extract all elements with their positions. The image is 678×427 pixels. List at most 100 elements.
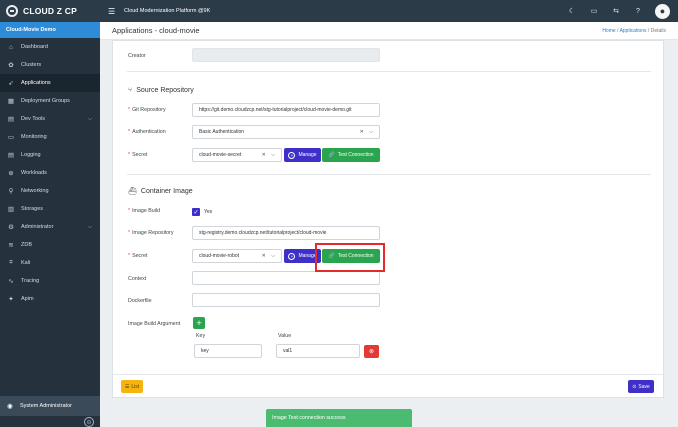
select-chevron-icon: ✕ ⌵ (359, 129, 375, 135)
sidebar-item-logging[interactable]: ▤ Logging (0, 146, 100, 164)
sidebar-item-kali[interactable]: ⌗ Kali (0, 254, 100, 272)
creator-label: Creator (128, 53, 146, 59)
source-manage-button[interactable]: + Manage (284, 148, 321, 162)
argument-key-input[interactable]: key (194, 344, 262, 358)
sidebar-item-label: Storages (21, 206, 44, 212)
sidebar-item-label: Tracing (21, 278, 40, 284)
image-build-argument-label: Image Build Argument (128, 321, 181, 327)
image-secret-label: * Secret (128, 253, 148, 259)
sidebar-item-label: Workloads (21, 170, 47, 176)
grid-icon: ▦ (7, 98, 15, 105)
source-test-connection-button[interactable]: 🔗 Test Connection (322, 148, 380, 162)
sidebar-item-deployment-groups[interactable]: ▦ Deployment Groups (0, 92, 100, 110)
sidebar: CLOUD Z CP Cloud-Movie Demo ⌂ Dashboard ✿ C… (0, 0, 100, 427)
chevron-down-icon: ⌵ (88, 224, 92, 230)
breadcrumb-applications[interactable]: Applications (620, 28, 647, 34)
creator-field (192, 48, 380, 62)
authentication-select[interactable]: Basic Authentication ✕ ⌵ (192, 125, 380, 139)
user-avatar-icon[interactable]: ● (655, 3, 670, 19)
translate-icon[interactable]: ⇆ (611, 7, 621, 15)
divider (127, 174, 651, 175)
database-icon: ≋ (8, 242, 14, 249)
breadcrumb: Home / Applications / Details (602, 27, 666, 34)
sidebar-item-label: Deployment Groups (21, 98, 70, 104)
add-argument-button[interactable]: + (193, 317, 205, 329)
sidebar-item-label: Apim (21, 296, 34, 302)
add-circle-icon: + (288, 252, 296, 260)
key-column-header: Key (196, 333, 206, 339)
image-repository-input[interactable]: stg-registry.demo.cloudzcp.net/tutorialp… (192, 226, 380, 240)
image-build-checkbox[interactable]: ✓ (192, 208, 200, 216)
save-button[interactable]: ⊙ Save (628, 380, 654, 393)
platform-title: Cloud Modernization Platform @9K (124, 8, 211, 14)
git-repository-input[interactable]: https://git.demo.cloudzcp.net/stg-tutori… (192, 103, 380, 117)
sidebar-item-label: Administrator (21, 224, 54, 230)
tracing-icon: ∿ (8, 278, 14, 285)
top-bar: ☰ Cloud Modernization Platform @9K ☾ ▭ ⇆… (100, 0, 678, 22)
monitor-icon: ▭ (7, 134, 15, 141)
sidebar-item-monitoring[interactable]: ▭ Monitoring (0, 128, 100, 146)
argument-value-input[interactable]: val1 (276, 344, 360, 358)
storage-icon: ▥ (7, 206, 15, 213)
log-icon: ▤ (7, 152, 15, 159)
sidebar-item-dev-tools[interactable]: ▤ Dev Tools ⌵ (0, 110, 100, 128)
top-actions: ☾ ▭ ⇆ ? ● (567, 0, 670, 22)
help-icon[interactable]: ? (633, 8, 643, 15)
dockerfile-input[interactable] (192, 293, 380, 307)
cluster-icon: ✿ (8, 62, 14, 69)
breadcrumb-details: Details (650, 27, 666, 34)
image-build-label: * Image Build (128, 208, 161, 214)
tools-icon: ▤ (7, 116, 15, 123)
sidebar-item-workloads[interactable]: ⊕ Workloads (0, 164, 100, 182)
remove-argument-button[interactable]: ⊗ (364, 345, 379, 358)
link-icon: 🔗 (328, 152, 335, 158)
success-toast: Image Test connection success (266, 409, 412, 427)
sidebar-item-zdb[interactable]: ≋ ZDB (0, 236, 100, 254)
highlight-box (315, 243, 385, 272)
branch-icon: ⑂ (128, 87, 133, 94)
image-repository-label: * Image Repository (128, 230, 174, 236)
rocket-icon: ➶ (8, 80, 14, 87)
source-repository-title: ⑂ Source Repository (128, 87, 194, 94)
image-build-yes-label: Yes (204, 209, 213, 215)
list-button[interactable]: ☰ List (121, 380, 143, 393)
moon-icon[interactable]: ☾ (567, 7, 577, 15)
sidebar-item-apim[interactable]: ✦ Apim (0, 290, 100, 308)
dashboard-icon: ⌂ (9, 43, 13, 51)
globe-icon: ⊕ (8, 170, 14, 177)
sidebar-item-label: ZDB (21, 242, 32, 248)
authentication-label: * Authentication (128, 129, 166, 135)
form-footer: ☰ List ⊙ Save (112, 374, 664, 398)
project-selector[interactable]: Cloud-Movie Demo (0, 22, 100, 38)
source-secret-select[interactable]: cloud-movie-secret ✕ ⌵ (192, 148, 282, 162)
page-title: Applications - cloud-movie (112, 26, 200, 35)
sidebar-item-administrator[interactable]: ⚙ Administrator ⌵ (0, 218, 100, 236)
sidebar-item-networking[interactable]: ⚲ Networking (0, 182, 100, 200)
breadcrumb-home[interactable]: Home (602, 28, 615, 34)
page-header: Applications - cloud-movie Home / Applic… (100, 22, 678, 40)
user-circle-icon: ◉ (7, 403, 13, 410)
sidebar-item-storages[interactable]: ▥ Storages (0, 200, 100, 218)
sidebar-nav: ⌂ Dashboard ✿ Clusters ➶ Applications ▦ Deploym… (0, 38, 100, 308)
brand-logo[interactable]: CLOUD Z CP (0, 0, 100, 22)
sidebar-item-clusters[interactable]: ✿ Clusters (0, 56, 100, 74)
gear-icon: ⚙ (8, 224, 14, 231)
sidebar-item-applications[interactable]: ➶ Applications (0, 74, 100, 92)
network-icon: ⚲ (8, 188, 14, 195)
ship-icon: ⛴ (128, 188, 137, 195)
menu-icon[interactable]: ☰ (108, 7, 118, 16)
sidebar-user[interactable]: ◉ System Administrator (0, 396, 100, 416)
sidebar-item-label: Monitoring (21, 134, 47, 140)
sidebar-item-dashboard[interactable]: ⌂ Dashboard (0, 38, 100, 56)
value-column-header: Value (278, 333, 292, 339)
sidebar-item-label: Dashboard (21, 44, 48, 50)
collapse-sidebar-icon[interactable]: ⊖ (84, 417, 94, 427)
image-secret-select[interactable]: cloud-movie-robot ✕ ⌵ (192, 249, 282, 263)
monitor-icon[interactable]: ▭ (589, 7, 599, 15)
divider (127, 71, 651, 72)
apim-icon: ✦ (8, 296, 14, 303)
add-circle-icon: + (288, 151, 296, 159)
application-form: Creator ⑂ Source Repository * Git Reposit… (112, 40, 664, 398)
sidebar-item-tracing[interactable]: ∿ Tracing (0, 272, 100, 290)
context-input[interactable] (192, 271, 380, 285)
